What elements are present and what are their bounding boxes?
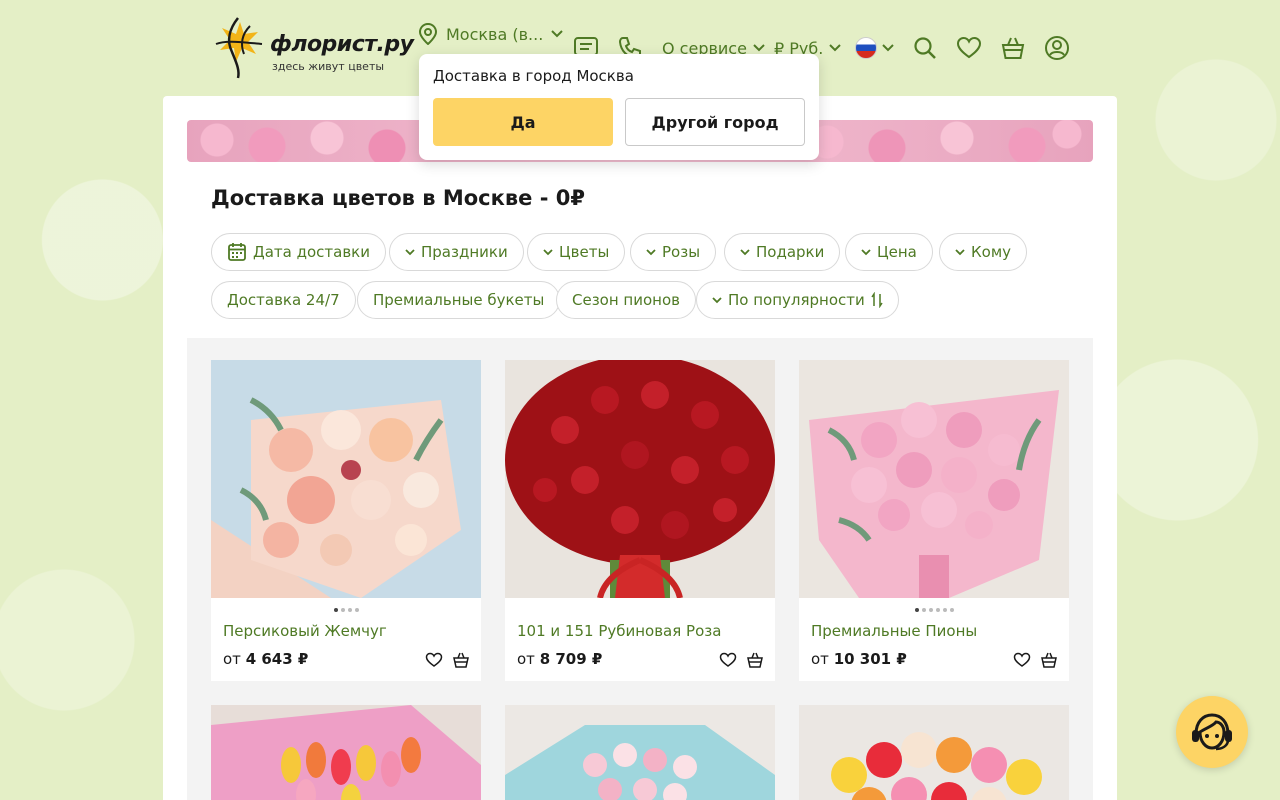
- logo-tagline: здесь живут цветы: [272, 60, 385, 73]
- city-label: Москва (в...: [446, 24, 544, 44]
- city-confirm-popup: Доставка в город Москва Да Другой город: [419, 54, 819, 160]
- location-pin-icon: [418, 23, 438, 45]
- product-photo[interactable]: [505, 705, 775, 800]
- product-card[interactable]: Персиковый Жемчуг от 4 643 ₽: [211, 360, 481, 681]
- price-prefix: от: [811, 650, 829, 668]
- carousel-dot[interactable]: [914, 608, 919, 612]
- filter-peony-season[interactable]: Сезон пионов: [556, 281, 696, 319]
- price-prefix: от: [223, 650, 241, 668]
- product-card[interactable]: 101 и 151 Рубиновая Роза от 8 709 ₽: [505, 360, 775, 681]
- sort-by-popularity[interactable]: По популярности: [696, 281, 899, 319]
- carousel-dot[interactable]: [333, 608, 338, 612]
- chevron-down-icon: [712, 297, 722, 304]
- filter-label: Дата доставки: [253, 243, 370, 261]
- popup-question: Доставка в город Москва: [433, 67, 634, 85]
- chevron-down-icon: [861, 249, 871, 256]
- calendar-icon: [228, 243, 246, 261]
- product-price: от 10 301 ₽: [811, 650, 907, 668]
- carousel-dot[interactable]: [949, 608, 954, 612]
- filter-label: Доставка 24/7: [227, 291, 340, 309]
- carousel-dot[interactable]: [340, 608, 345, 612]
- product-photo[interactable]: [799, 360, 1069, 598]
- filter-label: Цена: [877, 243, 917, 261]
- filter-label: Сезон пионов: [572, 291, 680, 309]
- chevron-down-icon: [740, 249, 750, 256]
- chevron-down-icon: [405, 249, 415, 256]
- filter-roses[interactable]: Розы: [630, 233, 717, 271]
- basket-icon[interactable]: [746, 651, 764, 669]
- heart-icon[interactable]: [719, 651, 737, 669]
- carousel-dot[interactable]: [921, 608, 926, 612]
- product-price: от 4 643 ₽: [223, 650, 308, 668]
- other-city-button[interactable]: Другой город: [625, 98, 805, 146]
- price-prefix: от: [517, 650, 535, 668]
- heart-icon[interactable]: [956, 35, 982, 61]
- support-chat-button[interactable]: [1176, 696, 1248, 768]
- filter-price[interactable]: Цена: [845, 233, 933, 271]
- search-icon[interactable]: [912, 35, 938, 61]
- filter-flowers[interactable]: Цветы: [527, 233, 626, 271]
- basket-icon[interactable]: [1000, 35, 1026, 61]
- heart-icon[interactable]: [1013, 651, 1031, 669]
- product-photo[interactable]: [799, 705, 1069, 800]
- logo-text: флорист.ру: [270, 32, 414, 57]
- carousel-dot[interactable]: [928, 608, 933, 612]
- logo-flower-icon: [215, 17, 263, 79]
- carousel-dot[interactable]: [347, 608, 352, 612]
- confirm-city-button[interactable]: Да: [433, 98, 613, 146]
- product-name[interactable]: Персиковый Жемчуг: [223, 622, 387, 640]
- product-card[interactable]: Премиальные Пионы от 10 301 ₽: [799, 360, 1069, 681]
- product-photo[interactable]: [211, 705, 481, 800]
- basket-icon[interactable]: [1040, 651, 1058, 669]
- filter-recipient[interactable]: Кому: [939, 233, 1028, 271]
- sort-icon: [871, 292, 883, 308]
- filter-label: Кому: [971, 243, 1012, 261]
- support-agent-icon: [1192, 713, 1232, 751]
- filter-label: Праздники: [421, 243, 508, 261]
- carousel-dot[interactable]: [942, 608, 947, 612]
- carousel-dots[interactable]: [799, 608, 1069, 612]
- sort-label: По популярности: [728, 291, 865, 309]
- chevron-down-icon: [955, 249, 965, 256]
- price-value: 10 301 ₽: [833, 650, 907, 668]
- product-photo[interactable]: [211, 360, 481, 598]
- chevron-down-icon: [646, 249, 656, 256]
- chevron-down-icon: [551, 30, 564, 38]
- product-price: от 8 709 ₽: [517, 650, 602, 668]
- product-grid: Персиковый Жемчуг от 4 643 ₽ 101 и 151 Р…: [187, 338, 1093, 800]
- filter-label: Подарки: [756, 243, 825, 261]
- main-content: Доставка цветов в Москве - 0₽ Дата доста…: [163, 96, 1117, 800]
- filter-delivery-247[interactable]: Доставка 24/7: [211, 281, 356, 319]
- flag-ru-icon[interactable]: [855, 37, 877, 59]
- filter-premium-bouquets[interactable]: Премиальные букеты: [357, 281, 561, 319]
- page-title: Доставка цветов в Москве - 0₽: [211, 186, 585, 210]
- carousel-dot[interactable]: [354, 608, 359, 612]
- chevron-down-icon[interactable]: [882, 44, 894, 52]
- chevron-down-icon: [753, 44, 765, 52]
- basket-icon[interactable]: [452, 651, 470, 669]
- filter-gifts[interactable]: Подарки: [724, 233, 841, 271]
- city-selector[interactable]: Москва (в...: [418, 22, 564, 46]
- price-value: 8 709 ₽: [539, 650, 603, 668]
- filter-label: Цветы: [559, 243, 610, 261]
- product-photo[interactable]: [505, 360, 775, 598]
- filter-delivery-date[interactable]: Дата доставки: [211, 233, 386, 271]
- user-icon[interactable]: [1044, 35, 1070, 61]
- price-value: 4 643 ₽: [245, 650, 309, 668]
- chevron-down-icon: [543, 249, 553, 256]
- product-name[interactable]: 101 и 151 Рубиновая Роза: [517, 622, 721, 640]
- filter-holidays[interactable]: Праздники: [389, 233, 524, 271]
- carousel-dots[interactable]: [211, 608, 481, 612]
- filter-label: Премиальные букеты: [373, 291, 545, 309]
- filter-label: Розы: [662, 243, 701, 261]
- carousel-dot[interactable]: [935, 608, 940, 612]
- logo[interactable]: флорист.ру здесь живут цветы: [210, 14, 414, 82]
- heart-icon[interactable]: [425, 651, 443, 669]
- product-name[interactable]: Премиальные Пионы: [811, 622, 977, 640]
- chevron-down-icon: [829, 44, 842, 52]
